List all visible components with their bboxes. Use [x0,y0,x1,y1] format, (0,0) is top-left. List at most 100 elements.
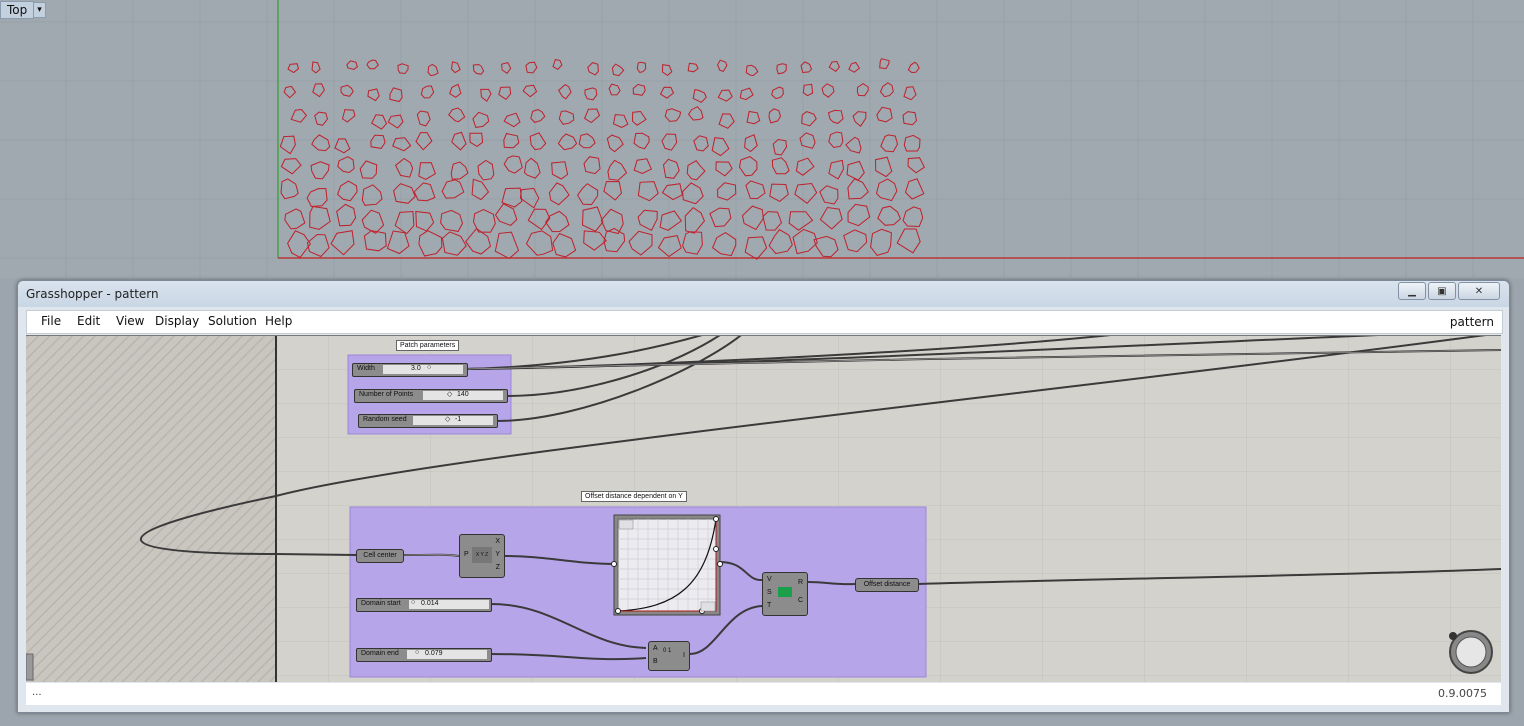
menu-help[interactable]: Help [265,314,292,328]
voronoi-cell [776,63,787,75]
voronoi-cell [371,114,388,130]
viewport-canvas [0,0,1524,278]
rhino-top-viewport[interactable]: Top ▾ [0,0,1524,278]
input-b[interactable]: B [653,658,658,665]
slider-domain-start-value: 0.014 [421,600,439,607]
slider-width-name: Width [357,365,375,372]
maximize-icon[interactable]: ▣ [1428,282,1456,300]
voronoi-cell [744,134,758,153]
slider-grip[interactable]: ◇ [445,415,450,423]
voronoi-cell [283,85,297,99]
voronoi-cell [448,107,466,123]
voronoi-cell [661,183,683,201]
voronoi-cell [583,230,607,251]
output-x[interactable]: X [495,538,500,545]
voronoi-cell [657,235,682,258]
input-p[interactable]: P [464,551,469,558]
voronoi-cell [523,157,541,179]
voronoi-cell [416,110,431,127]
voronoi-cell [415,210,435,232]
voronoi-cell [450,61,461,74]
voronoi-cell [420,85,435,99]
viewport-title[interactable]: Top ▾ [0,0,46,20]
output-y[interactable]: Y [495,551,500,558]
voronoi-cell [659,86,675,99]
voronoi-cell [687,106,704,121]
voronoi-cell [363,230,387,252]
remap-numbers-component[interactable]: V S T R C [762,572,808,616]
slider-number-of-points[interactable]: Number of Points ◇ 140 [354,389,508,403]
slider-domain-end-value: 0.079 [425,650,443,657]
remap-icon [778,587,792,597]
slider-random-seed[interactable]: Random seed ◇ -1 [358,414,498,428]
voronoi-cell [746,110,761,125]
canvas-graphics [26,336,1501,682]
voronoi-cell [856,82,869,97]
cell-center-param[interactable]: Cell center [356,549,404,563]
input-v[interactable]: V [767,576,772,583]
voronoi-cell [310,161,330,180]
title-bar[interactable]: Grasshopper - pattern ▁ ▣ ✕ [18,281,1509,307]
voronoi-cell [877,205,902,226]
menu-view[interactable]: View [116,314,144,328]
voronoi-cell [686,160,706,181]
voronoi-cell [287,230,312,259]
slider-grip[interactable]: ○ [427,364,431,371]
gh-canvas[interactable]: Patch parameters Offset distance depende… [26,335,1501,682]
voronoi-cell [632,83,646,96]
output-r[interactable]: R [798,579,803,586]
construct-domain-component[interactable]: A B 0 1 I [648,641,690,671]
viewport-label[interactable]: Top [0,1,35,19]
offset-distance-param[interactable]: Offset distance [855,578,919,592]
voronoi-cell [799,132,816,149]
voronoi-cell [530,109,546,123]
navigation-widget [1449,630,1493,674]
menu-file[interactable]: File [41,314,61,328]
voronoi-cell [529,132,547,151]
voronoi-cell [852,111,867,127]
menu-edit[interactable]: Edit [77,314,100,328]
close-icon[interactable]: ✕ [1458,282,1500,300]
input-t[interactable]: T [767,602,771,609]
voronoi-cell [709,207,732,228]
output-c[interactable]: C [798,597,803,604]
voronoi-cell [557,133,578,151]
voronoi-cell [607,159,628,181]
input-s[interactable]: S [767,589,772,596]
slider-grip[interactable]: ○ [411,599,415,606]
voronoi-cell [819,185,839,205]
voronoi-cell [661,64,673,77]
version-label: 0.9.0075 [1438,687,1487,700]
minimize-icon[interactable]: ▁ [1398,282,1426,300]
slider-width[interactable]: Width 3.0 ○ [352,363,468,377]
voronoi-cell [545,210,570,233]
voronoi-cell [848,61,861,73]
slider-grip[interactable]: ◇ [447,390,452,398]
triangle-down-icon[interactable]: ▾ [34,2,46,18]
voronoi-cell [738,156,758,177]
voronoi-cell [552,232,577,258]
slider-domain-start[interactable]: Domain start ○ 0.014 [356,598,492,612]
menu-bar: File Edit View Display Solution Help pat… [26,310,1503,334]
output-i[interactable]: I [683,652,685,659]
output-z[interactable]: Z [496,564,500,571]
voronoi-cell [603,227,626,253]
deconstruct-point-component[interactable]: P X Y Z X Y Z [459,534,505,578]
voronoi-cell [361,184,383,206]
slider-grip[interactable]: ○ [415,649,419,656]
voronoi-cell [870,228,892,256]
slider-points-value: 140 [457,391,469,398]
voronoi-cell [612,114,629,129]
voronoi-cell [739,87,754,101]
menu-solution[interactable]: Solution [208,314,257,328]
voronoi-cell [427,63,439,77]
voronoi-cell [846,160,865,181]
menu-display[interactable]: Display [155,314,199,328]
voronoi-cell [413,182,436,202]
voronoi-cell [366,59,379,70]
slider-domain-end[interactable]: Domain end ○ 0.079 [356,648,492,662]
voronoi-cell [472,111,490,128]
voronoi-cell [280,158,302,175]
input-a[interactable]: A [653,645,658,652]
voronoi-cell [525,230,554,256]
